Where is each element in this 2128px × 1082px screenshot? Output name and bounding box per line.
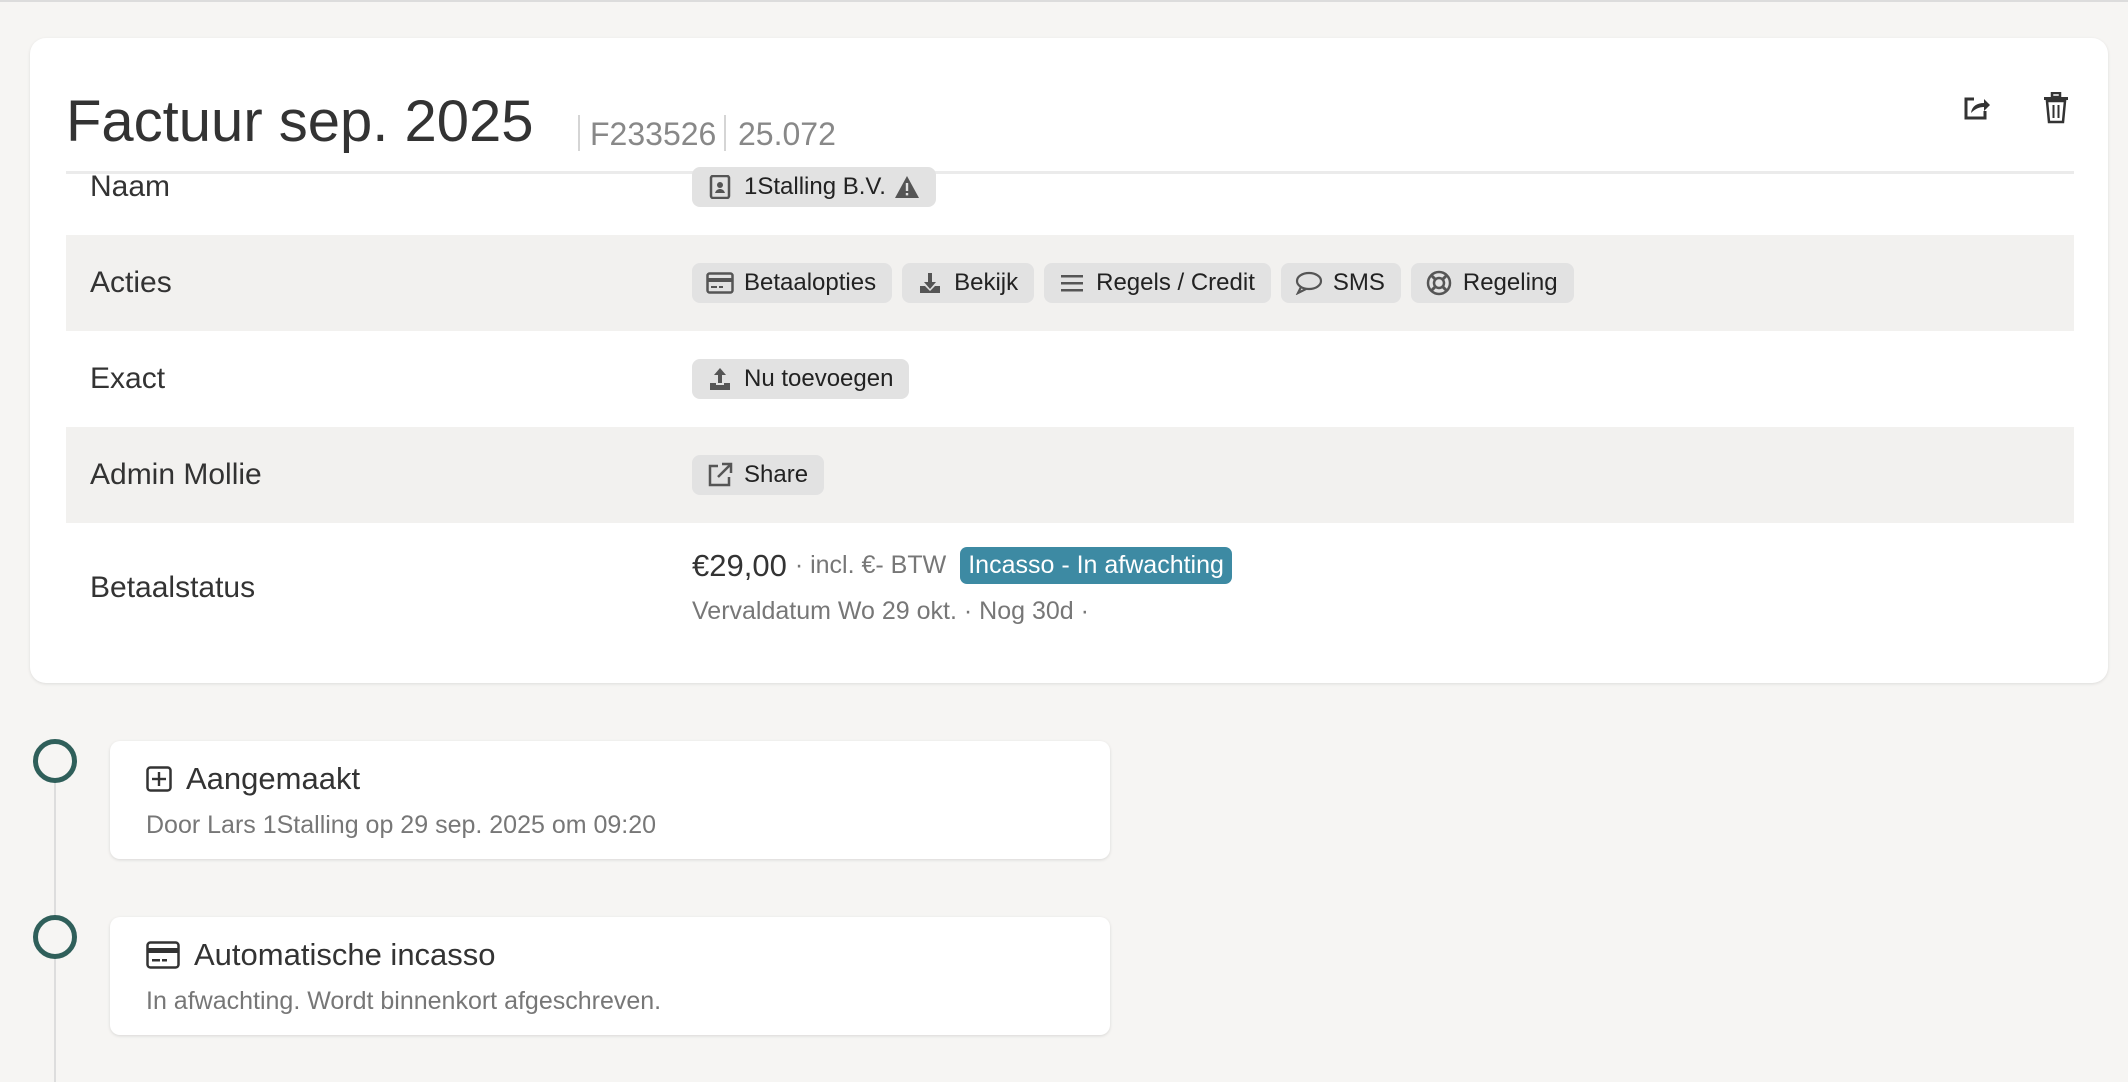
- betaalopties-label: Betaalopties: [744, 269, 877, 296]
- customer-name: 1Stalling B.V.: [744, 173, 886, 200]
- credit-card-icon: [706, 269, 734, 297]
- external-link-icon: [706, 461, 734, 489]
- row-label-naam: Naam: [90, 170, 171, 203]
- list-icon: [1058, 269, 1086, 297]
- upload-icon: [706, 365, 734, 393]
- row-admin-mollie: Admin Mollie Share: [66, 427, 2074, 523]
- lifebuoy-icon: [1425, 269, 1453, 297]
- contact-card-icon: [706, 173, 734, 201]
- share-link-label: Share: [744, 461, 809, 488]
- row-label-acties: Acties: [90, 266, 172, 299]
- timeline-dot: [33, 915, 77, 959]
- delete-button[interactable]: [2036, 88, 2076, 128]
- share-button[interactable]: [1956, 88, 1996, 128]
- event-title: Aangemaakt: [186, 761, 361, 796]
- row-label-exact: Exact: [90, 362, 166, 395]
- nu-toevoegen-label: Nu toevoegen: [744, 365, 894, 392]
- row-acties: Acties Betaalopties Bekijk Regels / Cred…: [66, 235, 2074, 331]
- timeline-event-aangemaakt: Aangemaakt Door Lars 1Stalling op 29 sep…: [110, 741, 1110, 859]
- credit-card-icon: [146, 941, 180, 969]
- nu-toevoegen-button[interactable]: Nu toevoegen: [692, 359, 910, 399]
- event-title: Automatische incasso: [194, 937, 496, 972]
- row-betaalstatus: Betaalstatus €29,00 · incl. €- BTW Incas…: [66, 523, 2074, 653]
- timeline-event-automatische-incasso: Automatische incasso In afwachting. Word…: [110, 917, 1110, 1035]
- warning-icon: [894, 175, 920, 199]
- event-description: In afwachting. Wordt binnenkort afgeschr…: [146, 987, 662, 1015]
- regels-credit-button[interactable]: Regels / Credit: [1044, 263, 1271, 303]
- regeling-label: Regeling: [1462, 269, 1558, 296]
- status-badge: Incasso - In afwachting: [960, 547, 1232, 584]
- betaalopties-button[interactable]: Betaalopties: [692, 263, 893, 303]
- row-label-admin-mollie: Admin Mollie: [90, 458, 262, 491]
- sms-label: SMS: [1332, 269, 1385, 296]
- invoice-card: Factuur sep. 2025 F233526 25.072 Naam 1S…: [30, 38, 2108, 683]
- bekijk-button[interactable]: Bekijk: [902, 263, 1035, 303]
- bekijk-label: Bekijk: [954, 269, 1019, 296]
- download-icon: [916, 269, 944, 297]
- regels-credit-label: Regels / Credit: [1096, 269, 1255, 296]
- invoice-amount: €29,00: [692, 547, 787, 583]
- regeling-button[interactable]: Regeling: [1410, 263, 1574, 303]
- row-label-betaalstatus: Betaalstatus: [90, 571, 256, 604]
- event-description: Door Lars 1Stalling op 29 sep. 2025 om 0…: [146, 811, 657, 839]
- vat-info: · incl. €- BTW: [794, 551, 947, 579]
- share-icon: [1964, 97, 1990, 120]
- sms-button[interactable]: SMS: [1280, 263, 1401, 303]
- top-divider: [0, 0, 2128, 2]
- due-date: Vervaldatum Wo 29 okt. · Nog 30d ·: [692, 597, 1089, 625]
- trash-icon: [2044, 92, 2068, 124]
- plus-square-icon: [146, 766, 172, 792]
- customer-pill[interactable]: 1Stalling B.V.: [692, 167, 936, 207]
- timeline-dot: [33, 739, 77, 783]
- chat-bubble-icon: [1295, 269, 1323, 297]
- row-naam: Naam 1Stalling B.V.: [66, 139, 2074, 235]
- share-link-button[interactable]: Share: [692, 455, 825, 495]
- row-exact: Exact Nu toevoegen: [66, 331, 2074, 427]
